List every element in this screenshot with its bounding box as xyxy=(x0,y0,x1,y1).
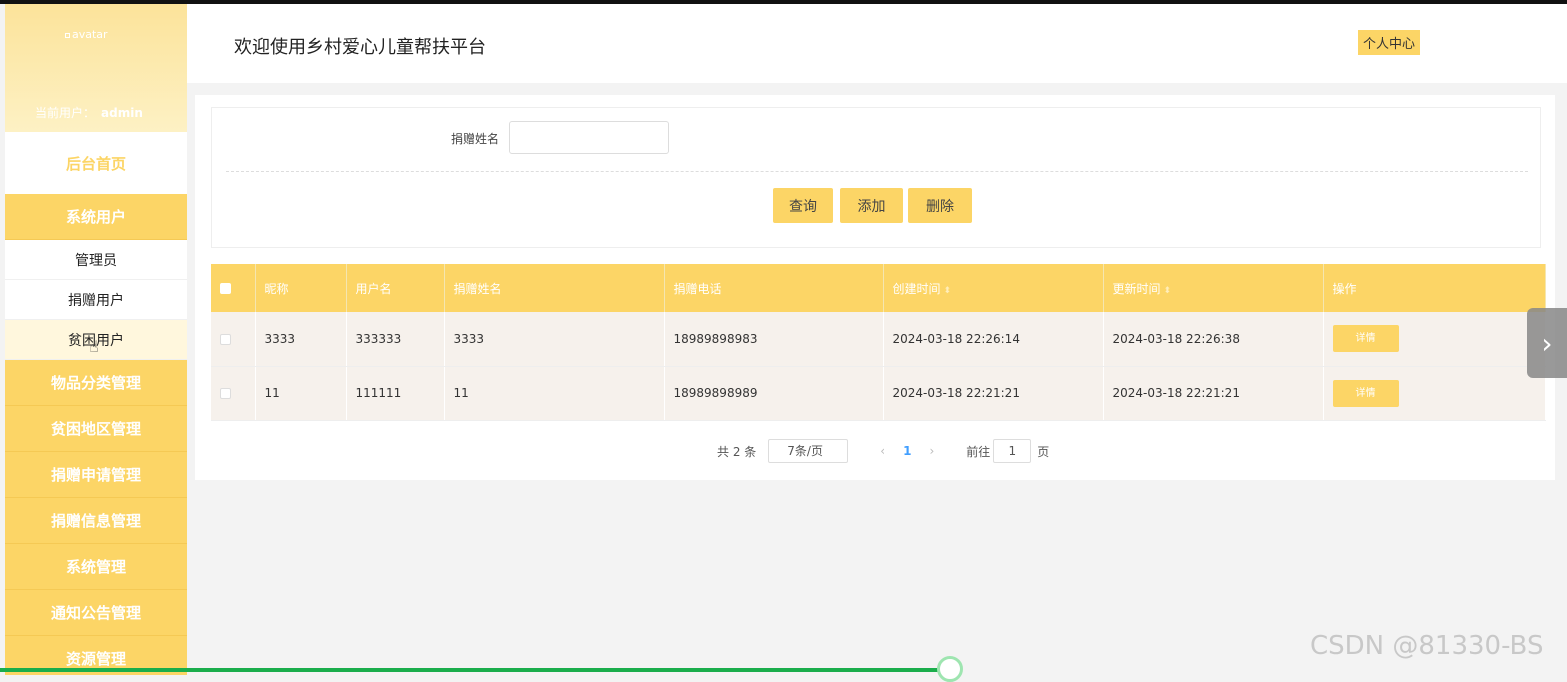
detail-button[interactable]: 详情 xyxy=(1332,379,1399,407)
next-page-icon[interactable]: › xyxy=(929,444,934,458)
donor-name-input[interactable] xyxy=(509,121,669,154)
column-header: 昵称 xyxy=(255,264,347,312)
avatar: avatar xyxy=(65,28,108,41)
cell-updated: 2024-03-18 22:26:38 xyxy=(1103,312,1324,367)
sidebar-item-home[interactable]: 后台首页 xyxy=(5,132,187,194)
sidebar-group-item-category[interactable]: 物品分类管理 xyxy=(5,360,187,406)
detail-button[interactable]: 详情 xyxy=(1332,325,1399,353)
chevron-right-icon[interactable]: › xyxy=(1527,308,1567,378)
cell-created: 2024-03-18 22:26:14 xyxy=(883,312,1104,367)
cell-donor-name: 11 xyxy=(444,366,665,421)
current-page[interactable]: 1 xyxy=(903,444,911,458)
column-header-created[interactable]: 创建时间 ⬍ xyxy=(883,264,1104,312)
column-header-label: 创建时间 xyxy=(892,281,941,296)
row-select-cell[interactable] xyxy=(211,366,256,421)
prev-page-icon[interactable]: ‹ xyxy=(880,444,885,458)
page-size-select[interactable]: 7条/页 xyxy=(768,439,849,463)
profile-button[interactable]: 个人中心 xyxy=(1358,30,1421,55)
row-select-cell[interactable] xyxy=(211,312,256,367)
page-suffix: 页 xyxy=(1037,444,1050,459)
sidebar-item-admin[interactable]: 管理员 xyxy=(5,240,187,280)
progress-handle[interactable] xyxy=(937,656,963,682)
sidebar-item-donor-users[interactable]: 捐赠用户 xyxy=(5,280,187,320)
sidebar-group-system-manage[interactable]: 系统管理 xyxy=(5,544,187,590)
cell-created: 2024-03-18 22:21:21 xyxy=(883,366,1104,421)
pagination: 共 2 条 7条/页 ‹ 1 › 前往 1 页 xyxy=(717,439,1049,463)
cell-updated: 2024-03-18 22:21:21 xyxy=(1103,366,1324,421)
sidebar-group-donation-apply[interactable]: 捐赠申请管理 xyxy=(5,452,187,498)
table-row: 3333 333333 3333 18989898983 2024-03-18 … xyxy=(211,312,1546,367)
watermark: CSDN @81330-BS xyxy=(1310,631,1544,661)
goto-label: 前往 xyxy=(966,444,991,459)
sidebar-group-system-users[interactable]: 系统用户 xyxy=(5,194,187,240)
sidebar-group-notice[interactable]: 通知公告管理 xyxy=(5,590,187,636)
cell-action: 详情 xyxy=(1323,312,1546,367)
cell-phone: 18989898983 xyxy=(664,312,884,367)
column-header: 操作 xyxy=(1323,264,1546,312)
cell-nickname: 3333 xyxy=(255,312,347,367)
current-user-label: 当前用户： xyxy=(35,106,96,120)
row-checkbox[interactable] xyxy=(220,333,231,345)
column-header-updated[interactable]: 更新时间 ⬍ xyxy=(1103,264,1324,312)
select-all-checkbox[interactable] xyxy=(220,283,231,294)
cell-action: 详情 xyxy=(1323,366,1546,421)
column-header: 捐赠电话 xyxy=(664,264,884,312)
cell-donor-name: 3333 xyxy=(444,312,665,367)
column-header: 捐赠姓名 xyxy=(444,264,665,312)
video-progress-bar[interactable] xyxy=(0,668,950,672)
cell-username: 111111 xyxy=(346,366,445,421)
header: 欢迎使用乡村爱心儿童帮扶平台 个人中心 xyxy=(187,4,1567,83)
page-title: 欢迎使用乡村爱心儿童帮扶平台 xyxy=(234,37,486,58)
search-panel: 捐赠姓名 查询 添加 删除 xyxy=(211,107,1541,248)
delete-button[interactable]: 删除 xyxy=(908,188,972,223)
column-header-label: 更新时间 xyxy=(1112,281,1161,296)
data-table: 昵称 用户名 捐赠姓名 捐赠电话 创建时间 ⬍ 更新时间 ⬍ 操作 3333 333… xyxy=(211,264,1546,421)
hand-cursor-icon: ☝ xyxy=(89,337,99,356)
cell-username: 333333 xyxy=(346,312,445,367)
cell-nickname: 11 xyxy=(255,366,347,421)
row-checkbox[interactable] xyxy=(220,388,231,399)
table-header-row: 昵称 用户名 捐赠姓名 捐赠电话 创建时间 ⬍ 更新时间 ⬍ 操作 xyxy=(211,264,1546,312)
current-user-name: admin xyxy=(101,106,143,120)
sidebar-header: avatar 当前用户： admin xyxy=(5,4,187,132)
select-all-cell[interactable] xyxy=(211,264,256,312)
divider xyxy=(226,171,1528,172)
cell-phone: 18989898989 xyxy=(664,366,884,421)
sort-icon[interactable]: ⬍ xyxy=(1164,286,1172,296)
goto-page-input[interactable]: 1 xyxy=(993,439,1032,463)
add-button[interactable]: 添加 xyxy=(840,188,903,223)
table-row: 11 111111 11 18989898989 2024-03-18 22:2… xyxy=(211,366,1546,421)
column-header: 用户名 xyxy=(346,264,445,312)
image-placeholder-icon xyxy=(65,32,70,38)
sidebar-group-poor-region[interactable]: 贫困地区管理 xyxy=(5,406,187,452)
sidebar-group-donation-info[interactable]: 捐赠信息管理 xyxy=(5,498,187,544)
query-button[interactable]: 查询 xyxy=(773,188,833,223)
sort-icon[interactable]: ⬍ xyxy=(944,286,952,296)
donor-name-label: 捐赠姓名 xyxy=(451,132,500,146)
current-user: 当前用户： admin xyxy=(35,104,143,121)
total-count: 共 2 条 xyxy=(717,444,757,459)
avatar-alt-text: avatar xyxy=(72,28,108,41)
